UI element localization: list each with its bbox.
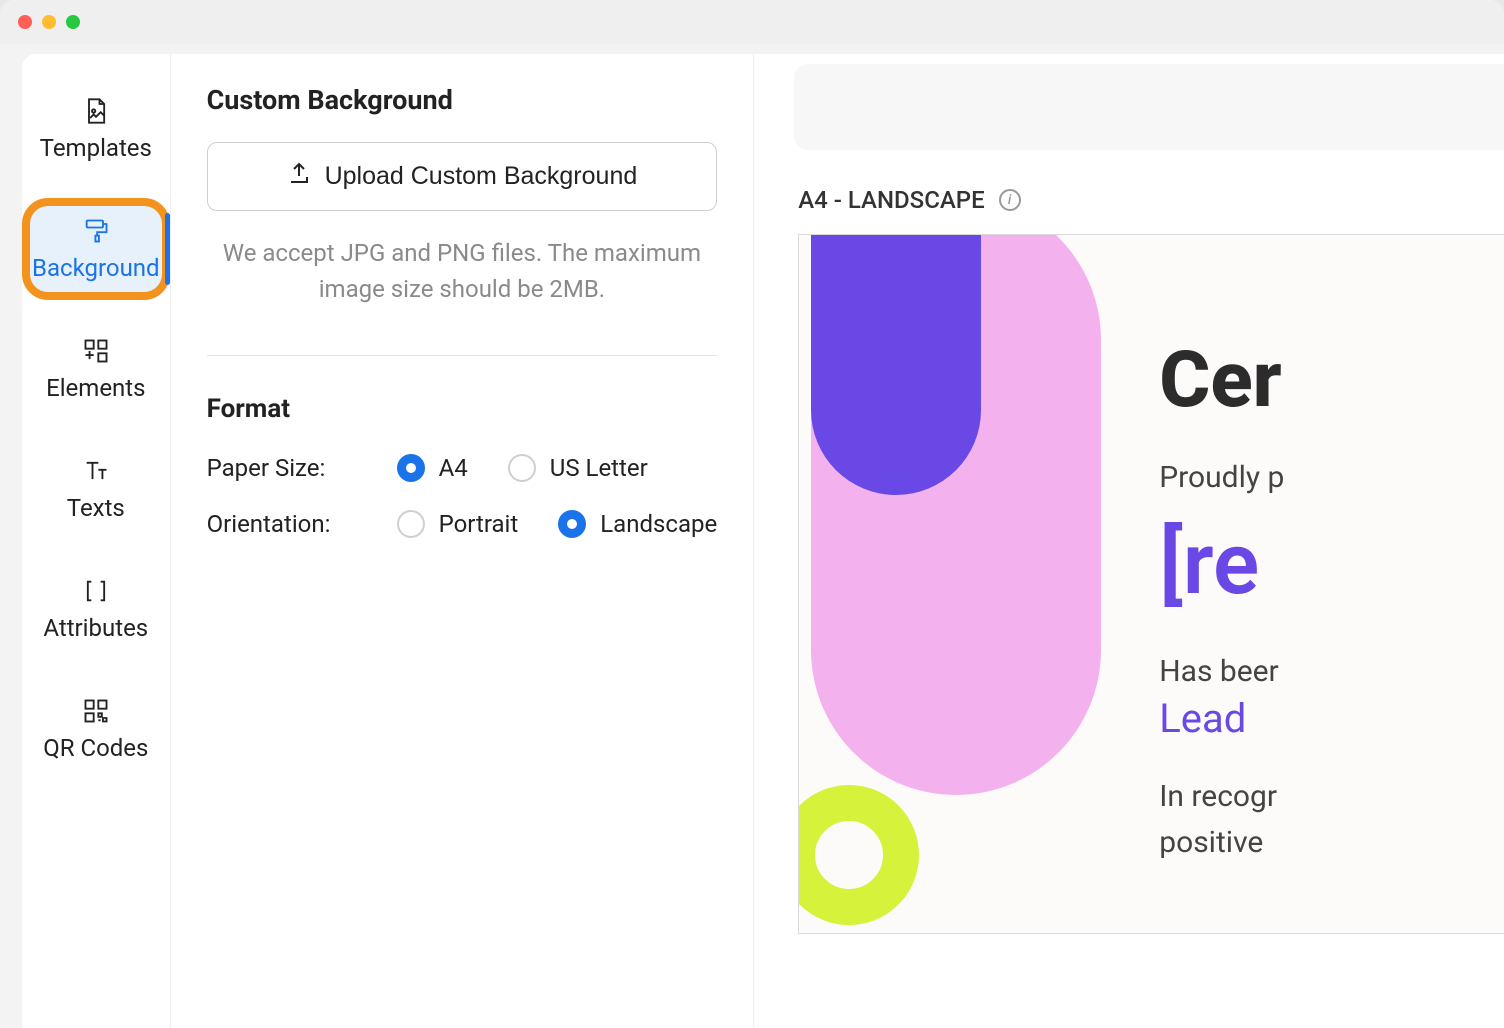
sidebar-item-qrcodes[interactable]: QR Codes [22,684,170,774]
sidebar: Templates Background Elements [22,54,171,1028]
certificate-title: Cer [1159,335,1504,426]
radio-dot-icon [397,510,425,538]
radio-dot-icon [558,510,586,538]
certificate-para2: positive [1159,822,1504,864]
preview-toolbar [794,64,1504,150]
certificate-tag: [re [1159,513,1504,614]
orientation-row: Orientation: Portrait Landscape [207,510,718,538]
preview-header: A4 - LANDSCAPE i [794,150,1504,234]
radio-a4[interactable]: A4 [397,454,468,482]
sidebar-item-label: Texts [67,494,125,522]
orientation-label: Orientation: [207,510,367,538]
radio-label: Landscape [600,510,717,538]
paper-size-group: A4 US Letter [397,454,648,482]
sidebar-item-texts[interactable]: Texts [22,444,170,534]
radio-label: A4 [439,454,468,482]
decorative-shape-purple [811,234,981,495]
radio-dot-icon [397,454,425,482]
paint-roller-icon [82,216,110,246]
settings-panel: Custom Background Upload Custom Backgrou… [171,54,755,1028]
format-title: Format [207,394,718,424]
app-body: Templates Background Elements [22,54,1504,1028]
upload-hint: We accept JPG and PNG files. The maximum… [217,235,708,307]
radio-label: US Letter [550,454,648,482]
certificate-body1: Has beer [1159,654,1504,689]
text-icon [82,456,110,486]
sidebar-item-label: Elements [46,374,145,402]
sidebar-item-attributes[interactable]: Attributes [22,564,170,654]
custom-background-title: Custom Background [207,84,718,116]
info-icon[interactable]: i [999,189,1021,211]
sidebar-item-background[interactable]: Background [28,204,164,294]
qrcode-icon [82,696,110,726]
paper-size-row: Paper Size: A4 US Letter [207,454,718,482]
orientation-group: Portrait Landscape [397,510,718,538]
highlight-ring [22,198,170,300]
canvas-wrap: Cer Proudly p [re Has beer Lead In recog… [794,234,1504,1028]
certificate-para1: In recogr [1159,776,1504,818]
radio-portrait[interactable]: Portrait [397,510,519,538]
upload-background-button[interactable]: Upload Custom Background [207,142,718,211]
upload-button-label: Upload Custom Background [325,162,638,191]
window-minimize-button[interactable] [42,15,56,29]
window-zoom-button[interactable] [66,15,80,29]
decorative-shape-lime-ring [798,785,919,925]
upload-icon [287,161,311,192]
sidebar-item-label: Background [32,254,160,282]
sidebar-item-label: QR Codes [43,734,148,762]
app-window: Templates Background Elements [0,0,1504,1028]
sidebar-item-templates[interactable]: Templates [22,84,170,174]
radio-us-letter[interactable]: US Letter [508,454,648,482]
sidebar-item-label: Templates [40,134,152,162]
certificate-link: Lead [1159,695,1504,742]
titlebar [0,0,1504,44]
radio-label: Portrait [439,510,519,538]
preview-format-label: A4 - LANDSCAPE [798,186,984,214]
sidebar-item-label: Attributes [43,614,148,642]
active-indicator [165,213,170,285]
sidebar-item-elements[interactable]: Elements [22,324,170,414]
divider [207,355,718,356]
radio-dot-icon [508,454,536,482]
preview-pane: A4 - LANDSCAPE i Cer Proudly p [re Has b… [754,54,1504,1028]
elements-icon [82,336,110,366]
certificate-subtitle: Proudly p [1159,460,1504,495]
radio-landscape[interactable]: Landscape [558,510,717,538]
window-close-button[interactable] [18,15,32,29]
certificate-text: Cer Proudly p [re Has beer Lead In recog… [1159,335,1504,864]
brackets-icon [82,576,110,606]
certificate-canvas[interactable]: Cer Proudly p [re Has beer Lead In recog… [798,234,1504,934]
paper-size-label: Paper Size: [207,454,367,482]
templates-icon [82,96,110,126]
